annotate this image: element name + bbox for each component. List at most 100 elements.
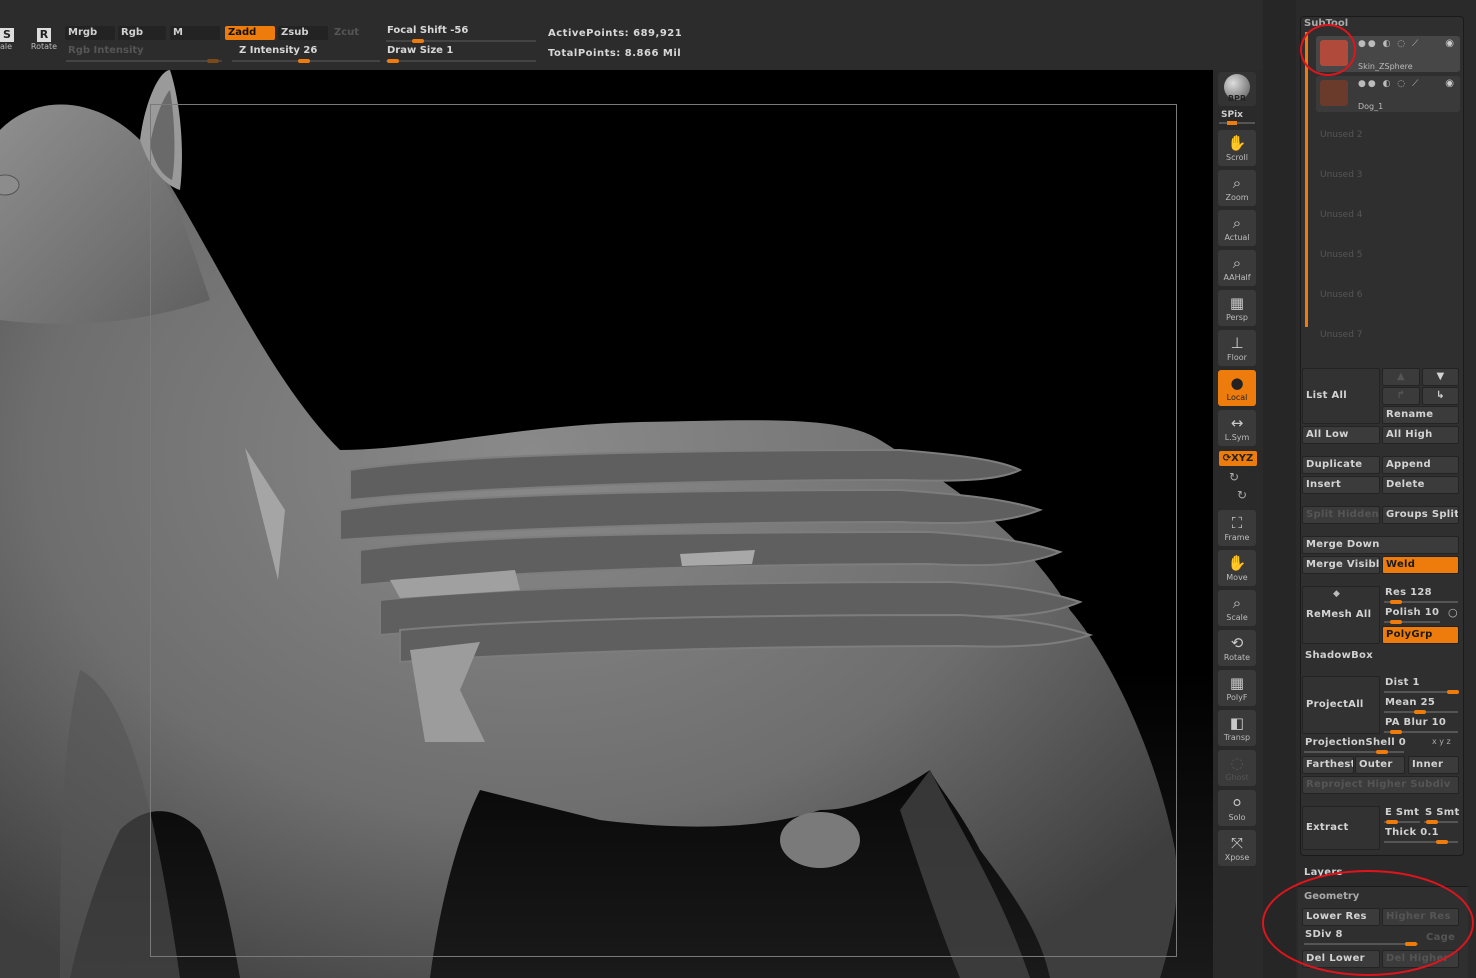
farthest-button[interactable]: Farthest	[1302, 756, 1354, 774]
solo-button[interactable]: ⚪ Solo	[1218, 790, 1256, 826]
scale-tool-button[interactable]: S ale	[0, 28, 16, 58]
arrow-down-icon[interactable]: ▼	[1422, 368, 1459, 386]
draw-size-label: Draw Size 1	[387, 45, 454, 56]
rename-button[interactable]: Rename	[1382, 406, 1459, 424]
persp-button[interactable]: ▦ Persp	[1218, 290, 1256, 326]
list-all-button[interactable]: List All	[1302, 368, 1380, 424]
extract-button[interactable]: Extract	[1302, 806, 1380, 850]
delete-button[interactable]: Delete	[1382, 476, 1459, 494]
outer-button[interactable]: Outer	[1355, 756, 1405, 774]
scroll-button[interactable]: ✋ Scroll	[1218, 130, 1256, 166]
spix-slider[interactable]	[1219, 122, 1255, 124]
s-smt-knob[interactable]	[1426, 820, 1438, 824]
bpr-button[interactable]: BPR	[1218, 72, 1256, 106]
thick-label: Thick 0.1	[1385, 827, 1439, 838]
draw-size-knob[interactable]	[387, 59, 399, 63]
weld-button[interactable]: Weld	[1382, 556, 1459, 574]
floor-grid-icon: ⊥	[1230, 334, 1244, 352]
pa-blur-knob[interactable]	[1390, 730, 1402, 734]
transp-button[interactable]: ◧ Transp	[1218, 710, 1256, 746]
xpose-button[interactable]: ⤧ Xpose	[1218, 830, 1256, 866]
zsub-button[interactable]: Zsub	[278, 26, 328, 40]
rotate-tool-button[interactable]: R Rotate	[28, 28, 60, 58]
s-smt-label: S Smt	[1425, 807, 1460, 818]
xyz-axis-toggle[interactable]: x y z	[1432, 737, 1451, 746]
subtool-unused-slot[interactable]: Unused 2	[1320, 130, 1363, 140]
magnifier-icon: ⌕	[1232, 214, 1242, 232]
scale-button[interactable]: ⌕ Scale	[1218, 590, 1256, 626]
move-up-icon[interactable]: ↱	[1382, 387, 1420, 405]
append-button[interactable]: Append	[1382, 456, 1459, 474]
merge-down-button[interactable]: Merge Down	[1302, 536, 1459, 554]
all-high-button[interactable]: All High	[1382, 426, 1459, 444]
rotate-z-icon[interactable]: ↻	[1237, 488, 1247, 502]
polyf-button[interactable]: ▦ PolyF	[1218, 670, 1256, 706]
insert-button[interactable]: Insert	[1302, 476, 1380, 494]
polish-knob[interactable]	[1390, 620, 1402, 624]
zoom-button[interactable]: ⌕ Zoom	[1218, 170, 1256, 206]
rotate-button[interactable]: ⟲ Rotate	[1218, 630, 1256, 666]
subtool-unused-slot[interactable]: Unused 3	[1320, 170, 1363, 180]
draw-size-slider[interactable]	[386, 60, 536, 62]
eye-icon[interactable]: ◉	[1445, 78, 1454, 89]
subtool-unused-slot[interactable]: Unused 5	[1320, 250, 1363, 260]
dist-value: 1	[1412, 677, 1420, 688]
move-button[interactable]: ✋ Move	[1218, 550, 1256, 586]
actual-button[interactable]: ⌕ Actual	[1218, 210, 1256, 246]
rotate-y-icon[interactable]: ↻	[1229, 470, 1239, 484]
rgb-intensity-knob[interactable]	[207, 59, 219, 63]
reproject-higher-subdiv-button[interactable]: Reproject Higher Subdiv	[1302, 776, 1459, 794]
zadd-button[interactable]: Zadd	[225, 26, 275, 40]
subtool-unused-slot[interactable]: Unused 7	[1320, 330, 1363, 340]
subtool-unused-slot[interactable]: Unused 4	[1320, 210, 1363, 220]
zcut-button[interactable]: Zcut	[331, 26, 371, 40]
e-smt-knob[interactable]	[1386, 820, 1398, 824]
subtool-toggles[interactable]: ●● ◐ ◌ ⟋	[1358, 39, 1420, 49]
document-frame	[150, 104, 1177, 957]
ghost-button[interactable]: ◌ Ghost	[1218, 750, 1256, 786]
remesh-all-button[interactable]: ReMesh All	[1302, 586, 1380, 644]
lsym-button[interactable]: ↔ L.Sym	[1218, 410, 1256, 446]
subtool-toggles[interactable]: ●● ◐ ◌ ⟋	[1358, 79, 1420, 89]
merge-visible-button[interactable]: Merge Visible	[1302, 556, 1380, 574]
floor-button[interactable]: ⊥ Floor	[1218, 330, 1256, 366]
subtool-scrollbar[interactable]	[1305, 32, 1308, 327]
polygrp-button[interactable]: PolyGrp	[1382, 626, 1459, 644]
xyz-button[interactable]: ⟳XYZ	[1219, 451, 1257, 466]
projection-shell-slider[interactable]	[1304, 751, 1404, 753]
split-hidden-button[interactable]: Split Hidden	[1302, 506, 1380, 524]
m-button[interactable]: M	[170, 26, 220, 40]
subtool-item-dog[interactable]: ●● ◐ ◌ ⟋ ◉ Dog_1	[1316, 76, 1460, 112]
res-knob[interactable]	[1390, 600, 1402, 604]
move-down-icon[interactable]: ↳	[1422, 387, 1459, 405]
duplicate-button[interactable]: Duplicate	[1302, 456, 1380, 474]
dist-knob[interactable]	[1447, 690, 1459, 694]
arrow-up-icon[interactable]: ▲	[1382, 368, 1420, 386]
project-all-button[interactable]: ProjectAll	[1302, 676, 1380, 734]
subtool-thumbnail	[1320, 80, 1348, 106]
eye-icon[interactable]: ◉	[1445, 38, 1454, 49]
subtool-unused-slot[interactable]: Unused 6	[1320, 290, 1363, 300]
projection-shell-knob[interactable]	[1376, 750, 1388, 754]
rgb-button[interactable]: Rgb	[118, 26, 166, 40]
polish-toggle-icon[interactable]: ○	[1448, 606, 1458, 619]
inner-button[interactable]: Inner	[1408, 756, 1459, 774]
focal-shift-knob[interactable]	[412, 39, 424, 43]
thick-knob[interactable]	[1436, 840, 1448, 844]
rgb-intensity-slider[interactable]	[66, 60, 222, 62]
spix-knob[interactable]	[1227, 121, 1237, 125]
groups-split-button[interactable]: Groups Split	[1382, 506, 1459, 524]
mrgb-button[interactable]: Mrgb	[65, 26, 115, 40]
canvas-viewport[interactable]	[0, 70, 1213, 978]
draw-size-value: 1	[446, 45, 454, 56]
shadowbox-button[interactable]: ShadowBox	[1305, 650, 1373, 661]
all-low-button[interactable]: All Low	[1302, 426, 1380, 444]
z-intensity-knob[interactable]	[298, 59, 310, 63]
scale-tool-label: ale	[0, 42, 13, 51]
frame-button[interactable]: ⛶ Frame	[1218, 510, 1256, 546]
mean-knob[interactable]	[1414, 710, 1426, 714]
solo-spheres-icon: ⚪	[1230, 794, 1244, 812]
local-button[interactable]: ● Local	[1218, 370, 1256, 406]
aahalf-button[interactable]: ⌕ AAHalf	[1218, 250, 1256, 286]
focal-shift-slider[interactable]	[386, 40, 536, 42]
